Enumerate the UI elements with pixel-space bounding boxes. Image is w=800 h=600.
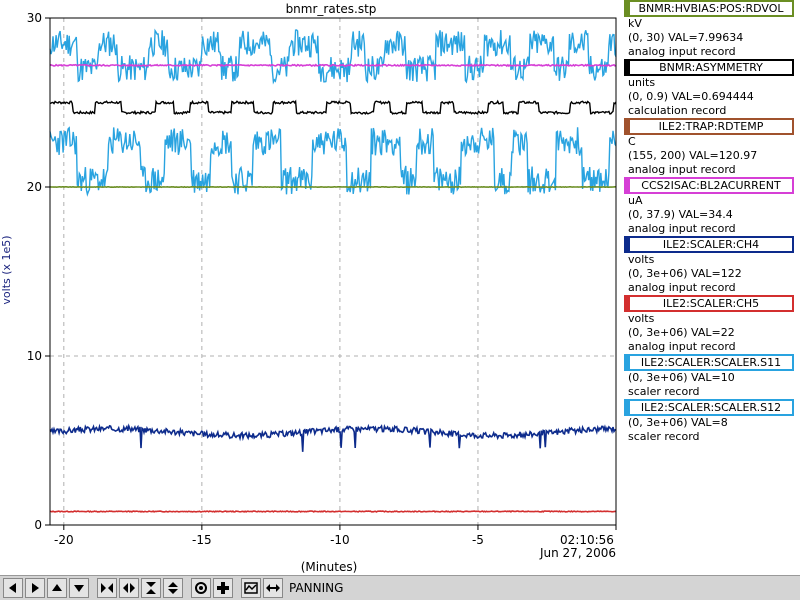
legend-item[interactable]: ILE2:SCALER:SCALER.S11 (0, 3e+06) VAL=10 s… [624,354,794,399]
zoom-x-out-button[interactable] [119,578,139,598]
zoom-x-in-button[interactable] [97,578,117,598]
zoom-y-out-button[interactable] [163,578,183,598]
series-line-6 [49,510,617,513]
add-button[interactable] [213,578,233,598]
series-line-0 [49,28,617,85]
stagger-button[interactable] [191,578,211,598]
legend-item-detail: (0, 3e+06) VAL=10 [628,371,735,384]
legend-item-detail: scaler record [628,430,700,443]
zoom-mode-button[interactable] [241,578,261,598]
legend-item-name[interactable]: ILE2:SCALER:CH4 [624,236,794,253]
legend-item-detail: calculation record [628,104,727,117]
y-tick-label: 10 [27,349,42,363]
pan-mode-button[interactable] [263,578,283,598]
legend-item[interactable]: BNMR:ASYMMETRY units (0, 0.9) VAL=0.694444… [624,59,794,118]
axes: -20 -15 -10 -5 0 10 20 30 [27,11,617,547]
strip-chart-plot[interactable]: bnmr_rates.stp volts (x 1e5) (Minutes) 0… [0,0,622,575]
legend-item-detail: analog input record [628,222,736,235]
zoom-y-out-icon [168,582,178,594]
end-time-label: 02:10:56 [560,533,614,547]
arrow-down-icon [74,585,84,592]
legend-item-detail: analog input record [628,281,736,294]
legend-item-name[interactable]: ILE2:SCALER:SCALER.S12 [624,399,794,416]
legend-item-detail: scaler record [628,385,700,398]
legend-item[interactable]: BNMR:HVBIAS:POS:RDVOL kV (0, 30) VAL=7.996… [624,0,794,59]
legend-panel: BNMR:HVBIAS:POS:RDVOL kV (0, 30) VAL=7.996… [622,0,800,575]
series-line-3 [49,99,617,116]
legend-item-detail: (0, 3e+06) VAL=22 [628,326,735,339]
arrow-right-icon [32,583,39,593]
zoom-mode-icon [244,582,258,594]
zoom-x-in-icon [101,583,113,593]
x-tick-label: -20 [54,533,74,547]
y-axis-label: volts (x 1e5) [0,235,13,304]
x-axis-label: (Minutes) [301,560,358,574]
arrow-left-button[interactable] [3,578,23,598]
legend-item-detail: (0, 3e+06) VAL=8 [628,416,728,429]
arrow-left-icon [9,583,16,593]
legend-item-name[interactable]: BNMR:ASYMMETRY [624,59,794,76]
toolbar: PANNING [0,575,800,600]
legend-item-detail: volts [628,253,655,266]
legend-item-name[interactable]: CCS2ISAC:BL2ACURRENT [624,177,794,194]
series-group [49,28,617,513]
legend-item-detail: C [628,135,636,148]
series-line-5 [49,423,617,452]
legend-item-name[interactable]: ILE2:TRAP:RDTEMP [624,118,794,135]
arrow-right-button[interactable] [25,578,45,598]
legend-item-detail: kV [628,17,642,30]
zoom-y-in-button[interactable] [141,578,161,598]
legend-item[interactable]: ILE2:TRAP:RDTEMP C (155, 200) VAL=120.97 an… [624,118,794,177]
stagger-icon [195,582,207,594]
x-tick-label: -5 [472,533,484,547]
pan-mode-icon [266,584,280,592]
legend-item-detail: (0, 3e+06) VAL=122 [628,267,742,280]
legend-item[interactable]: ILE2:SCALER:CH5 volts (0, 3e+06) VAL=22 ana… [624,295,794,354]
legend-item[interactable]: ILE2:SCALER:SCALER.S12 (0, 3e+06) VAL=8 sc… [624,399,794,444]
legend-item-name[interactable]: BNMR:HVBIAS:POS:RDVOL [624,0,794,17]
legend-item-detail: units [628,76,656,89]
grid [50,18,616,525]
arrow-up-button[interactable] [47,578,67,598]
legend-item-detail: uA [628,194,643,207]
x-tick-label: -15 [192,533,212,547]
y-tick-label: 30 [27,11,42,25]
chart-title: bnmr_rates.stp [286,2,377,16]
arrow-down-button[interactable] [69,578,89,598]
legend-item-detail: (0, 37.9) VAL=34.4 [628,208,733,221]
x-tick-label: -10 [330,533,350,547]
add-icon [217,582,229,594]
legend-item[interactable]: ILE2:SCALER:CH4 volts (0, 3e+06) VAL=122 an… [624,236,794,295]
chart-canvas[interactable]: bnmr_rates.stp volts (x 1e5) (Minutes) 0… [0,0,622,575]
legend-item-detail: volts [628,312,655,325]
legend-item-name[interactable]: ILE2:SCALER:SCALER.S11 [624,354,794,371]
legend-item-detail: analog input record [628,45,736,58]
arrow-up-icon [52,584,62,591]
legend-item[interactable]: CCS2ISAC:BL2ACURRENT uA (0, 37.9) VAL=34.4… [624,177,794,236]
plot-frame [49,17,617,526]
zoom-y-in-icon [146,582,156,594]
legend-item-detail: analog input record [628,340,736,353]
legend-item-detail: analog input record [628,163,736,176]
series-line-4 [50,185,616,189]
y-tick-label: 20 [27,180,42,194]
legend-item-detail: (0, 30) VAL=7.99634 [628,31,744,44]
zoom-x-out-icon [123,583,135,593]
series-line-1 [49,126,617,197]
mode-label: PANNING [289,581,344,595]
y-tick-label: 0 [34,518,42,532]
legend-item-detail: (155, 200) VAL=120.97 [628,149,758,162]
legend-item-detail: (0, 0.9) VAL=0.694444 [628,90,754,103]
end-date-label: Jun 27, 2006 [539,546,616,560]
legend-item-name[interactable]: ILE2:SCALER:CH5 [624,295,794,312]
